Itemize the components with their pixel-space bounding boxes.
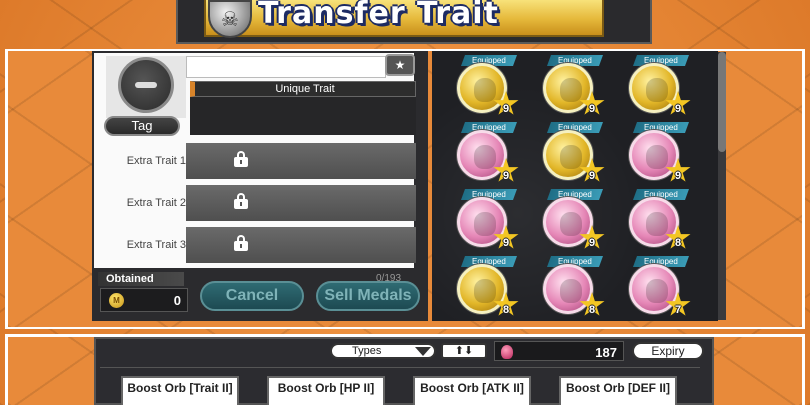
medal-level: 8 (674, 237, 682, 249)
medal-level: 7 (674, 304, 682, 316)
medal-item[interactable]: Equipped 9 (629, 55, 691, 117)
orb-card-atk[interactable]: Boost Orb [ATK II] (413, 376, 531, 405)
medal-level: 9 (588, 170, 596, 182)
unique-trait-content (190, 97, 416, 135)
empty-trait-icon[interactable] (118, 57, 174, 113)
medal-item[interactable]: Equipped 8 (543, 256, 605, 318)
medal-level: 9 (588, 237, 596, 249)
bookmark-button[interactable]: ★ (385, 54, 415, 76)
medal-item[interactable]: Equipped 8 (629, 189, 691, 251)
orb-icon (501, 345, 513, 359)
medal-item[interactable]: Equipped 9 (457, 122, 519, 184)
expiry-sort-button[interactable]: Expiry (632, 342, 704, 360)
orb-card-hp[interactable]: Boost Orb [HP II] (267, 376, 385, 405)
orb-count: 187 (595, 345, 617, 360)
medal-item[interactable]: Equipped 9 (457, 55, 519, 117)
trait-name-field (186, 56, 386, 78)
sell-medals-button[interactable]: Sell Medals (316, 281, 420, 311)
medal-level: 9 (502, 103, 510, 115)
medal-item[interactable]: Equipped 7 (629, 256, 691, 318)
medal-level: 9 (502, 237, 510, 249)
medal-item[interactable]: Equipped 9 (457, 189, 519, 251)
extra-trait-1-label: Extra Trait 1 (126, 155, 186, 167)
sort-order-button[interactable]: ⬆⬇ (441, 343, 487, 359)
obtained-label: Obtained (98, 272, 184, 286)
tag-button[interactable]: Tag (104, 116, 180, 136)
minus-icon (135, 82, 157, 88)
orb-count-display: 187 (494, 341, 624, 361)
scrollbar-thumb[interactable] (718, 52, 726, 152)
lock-icon (234, 151, 248, 167)
orb-card-trait[interactable]: Boost Orb [Trait II] (121, 376, 239, 405)
medal-level: 9 (674, 170, 682, 182)
cancel-button[interactable]: Cancel (200, 281, 304, 311)
medal-level: 9 (674, 103, 682, 115)
medal-level: 8 (502, 304, 510, 316)
medal-level: 8 (588, 304, 596, 316)
page-title: Transfer Trait (258, 0, 499, 31)
lock-icon (234, 235, 248, 251)
types-dropdown[interactable]: Types (330, 343, 436, 359)
medal-level: 9 (502, 170, 510, 182)
extra-trait-3-label: Extra Trait 3 (126, 239, 186, 251)
extra-trait-3-slot[interactable] (186, 227, 416, 263)
extra-trait-2-label: Extra Trait 2 (126, 197, 186, 209)
orb-card-def[interactable]: Boost Orb [DEF II] (559, 376, 677, 405)
title-strip: ☠ Transfer Trait (0, 0, 810, 46)
extra-trait-1-slot[interactable] (186, 143, 416, 179)
divider (100, 367, 700, 368)
lock-icon (234, 193, 248, 209)
medal-level: 9 (588, 103, 596, 115)
medal-item[interactable]: Equipped 9 (629, 122, 691, 184)
coin-icon: M (109, 293, 124, 308)
chevron-down-icon (415, 347, 431, 356)
obtained-value: 0 (173, 293, 181, 308)
medal-item[interactable]: Equipped 9 (543, 189, 605, 251)
extra-trait-2-slot[interactable] (186, 185, 416, 221)
medal-item[interactable]: Equipped 8 (457, 256, 519, 318)
unique-trait-header: Unique Trait (190, 81, 416, 97)
obtained-display: M 0 (100, 288, 188, 312)
types-label: Types (352, 345, 382, 357)
medal-grid-scrollbar[interactable] (718, 52, 726, 320)
medal-item[interactable]: Equipped 9 (543, 55, 605, 117)
medal-item[interactable]: Equipped 9 (543, 122, 605, 184)
